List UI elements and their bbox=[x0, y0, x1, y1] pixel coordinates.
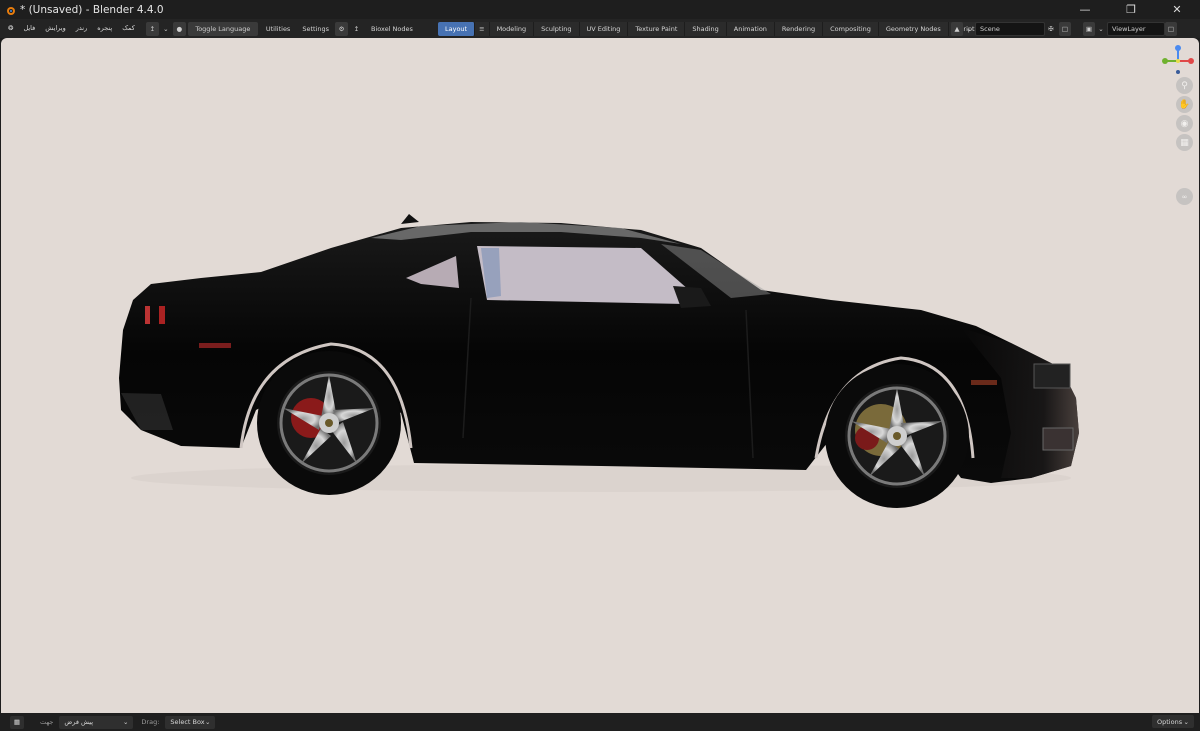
blender-logo-icon bbox=[7, 6, 15, 15]
new-view-layer-icon[interactable]: □ bbox=[1165, 22, 1177, 36]
navigation-gizmo-icon[interactable] bbox=[1161, 44, 1195, 78]
minimize-icon[interactable]: — bbox=[1062, 0, 1108, 19]
menu-window[interactable]: پنجره bbox=[92, 19, 117, 38]
tab-modeling[interactable]: Modeling bbox=[489, 22, 535, 36]
window-title: * (Unsaved) - Blender 4.4.0 bbox=[20, 3, 164, 16]
car-model bbox=[119, 214, 1079, 508]
zoom-icon[interactable]: ⚲ bbox=[1176, 77, 1193, 94]
tab-texture-paint[interactable]: Texture Paint bbox=[628, 22, 686, 36]
utilities-menu[interactable]: Utilities bbox=[260, 25, 296, 33]
bioxel-nodes-menu[interactable]: Bioxel Nodes bbox=[365, 25, 419, 33]
restore-icon[interactable]: ❐ bbox=[1108, 0, 1154, 19]
menu-file[interactable]: فایل bbox=[18, 19, 40, 38]
close-icon[interactable]: ✕ bbox=[1154, 0, 1200, 19]
chevron-down-icon: ⌄ bbox=[1183, 717, 1189, 726]
tab-geometry-nodes[interactable]: Geometry Nodes bbox=[878, 22, 949, 36]
editor-type-icon[interactable]: ▦ bbox=[10, 715, 24, 729]
3d-viewport[interactable]: ⚲ ✋ ◉ ▦ ∞ bbox=[1, 38, 1199, 713]
workspace-tabs: Layout ≡ Modeling Sculpting UV Editing T… bbox=[438, 22, 993, 36]
menu-render[interactable]: رندر bbox=[71, 19, 93, 38]
tab-uv-editing[interactable]: UV Editing bbox=[579, 22, 629, 36]
upload-icon[interactable]: ↥ bbox=[350, 22, 363, 36]
status-bar: ▦ جهت پیش فرض ⌄ Drag: Select Box ⌄ Optio… bbox=[0, 713, 1200, 731]
tab-sculpting[interactable]: Sculpting bbox=[534, 22, 580, 36]
gear-icon[interactable]: ⚙ bbox=[335, 21, 348, 36]
upload-icon[interactable]: ↥ bbox=[145, 21, 159, 36]
toggle-language-button[interactable]: Toggle Language bbox=[187, 21, 258, 36]
tab-settings-icon[interactable]: ≡ bbox=[475, 22, 490, 36]
drag-dropdown[interactable]: Select Box ⌄ bbox=[165, 715, 216, 729]
view-layer-field[interactable]: ViewLayer bbox=[1107, 22, 1165, 36]
options-dropdown[interactable]: Options ⌄ bbox=[1152, 715, 1194, 728]
view-layer-icon[interactable]: ▣ bbox=[1083, 22, 1095, 36]
grid-ortho-icon[interactable]: ▦ bbox=[1176, 134, 1193, 151]
menu-help[interactable]: کمک bbox=[117, 19, 140, 38]
new-scene-icon[interactable]: □ bbox=[1059, 22, 1071, 36]
orientation-dropdown[interactable]: پیش فرض ⌄ bbox=[59, 715, 134, 729]
chevron-down-icon[interactable]: ⌄ bbox=[1097, 22, 1105, 36]
settings-menu[interactable]: Settings bbox=[296, 25, 335, 33]
tab-shading[interactable]: Shading bbox=[685, 22, 727, 36]
tab-layout[interactable]: Layout bbox=[438, 22, 476, 36]
mode-label: جهت bbox=[40, 718, 54, 726]
chevron-down-icon[interactable]: ⌄ bbox=[161, 22, 171, 36]
menu-edit[interactable]: ویرایش bbox=[40, 19, 70, 38]
scene-field[interactable]: Scene bbox=[975, 22, 1045, 36]
tab-rendering[interactable]: Rendering bbox=[774, 22, 824, 36]
globe-icon[interactable]: ● bbox=[172, 21, 186, 36]
window-titlebar: * (Unsaved) - Blender 4.4.0 — ❐ ✕ bbox=[0, 0, 1200, 19]
drag-value: Select Box bbox=[170, 718, 205, 726]
top-bar: ❂ فایل ویرایش رندر پنجره کمک ↥ ⌄ ● Toggl… bbox=[0, 19, 1200, 38]
blender-menu-icon[interactable]: ❂ bbox=[0, 19, 18, 38]
camera-view-icon[interactable]: ◉ bbox=[1176, 115, 1193, 132]
chevron-down-icon: ⌄ bbox=[204, 718, 211, 726]
view-layer-name: ViewLayer bbox=[1112, 25, 1146, 33]
sidebar-toggle-icon[interactable]: ∞ bbox=[1176, 188, 1193, 205]
tab-animation[interactable]: Animation bbox=[726, 22, 775, 36]
tab-compositing[interactable]: Compositing bbox=[823, 22, 879, 36]
drag-label: Drag: bbox=[141, 718, 160, 726]
scene-icon[interactable]: ▲ bbox=[951, 22, 963, 36]
chevron-down-icon: ⌄ bbox=[122, 718, 129, 726]
orientation-value: پیش فرض bbox=[64, 718, 94, 726]
hand-pan-icon[interactable]: ✋ bbox=[1176, 96, 1193, 113]
options-label: Options bbox=[1157, 717, 1183, 726]
pin-icon[interactable]: ✠ bbox=[1045, 22, 1057, 36]
chevron-down-icon[interactable]: ⌄ bbox=[965, 22, 973, 36]
scene-name: Scene bbox=[980, 25, 1000, 33]
